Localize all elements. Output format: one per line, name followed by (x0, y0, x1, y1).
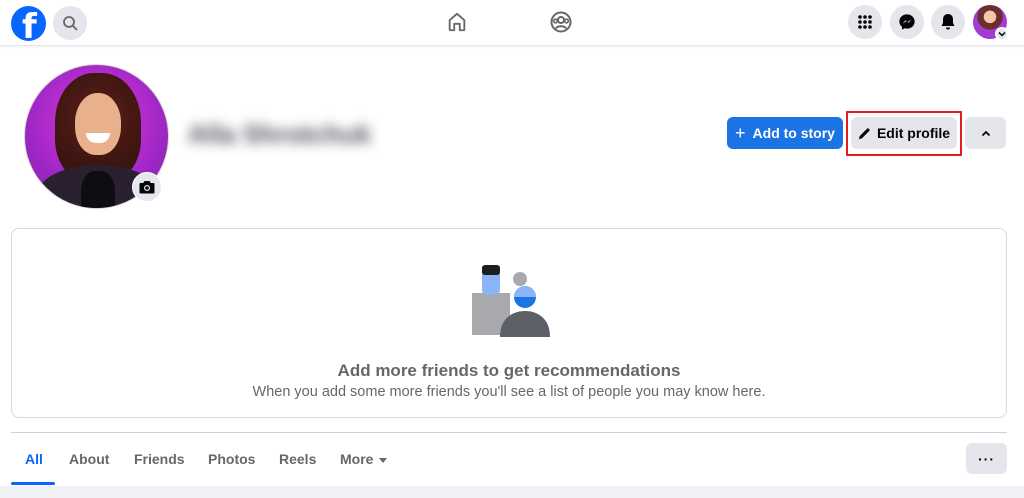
add-to-story-label: Add to story (752, 125, 835, 141)
chevron-down-icon (998, 31, 1006, 37)
chevron-up-icon (981, 130, 990, 136)
recommendations-title: Add more friends to get recommendations (337, 361, 681, 380)
plus-icon: + (735, 123, 746, 143)
recommendations-subtitle: When you add some more friends you'll se… (252, 384, 766, 400)
collapse-suggestions-button[interactable] (965, 117, 1006, 149)
page-background-strip (0, 486, 1024, 498)
more-options-button[interactable]: ··· (966, 443, 1007, 474)
account-menu-badge[interactable] (995, 27, 1009, 41)
tab-about[interactable]: About (69, 451, 109, 467)
facebook-logo-letter: f (22, 7, 37, 41)
top-navigation-bar: f (0, 0, 1024, 46)
tab-photos[interactable]: Photos (208, 451, 255, 467)
tabs-divider (11, 432, 1007, 433)
friend-recommendations-card: Add more friends to get recommendations … (11, 228, 1007, 418)
tab-more-label: More (340, 451, 374, 467)
pencil-icon (858, 127, 870, 139)
groups-nav-button[interactable] (549, 10, 573, 34)
edit-profile-label: Edit profile (876, 125, 951, 141)
edit-profile-button[interactable]: Edit profile (851, 117, 957, 149)
bell-icon (941, 14, 955, 30)
messenger-icon (899, 14, 915, 30)
messenger-button[interactable] (890, 5, 924, 39)
menu-button[interactable] (848, 5, 882, 39)
notifications-button[interactable] (931, 5, 965, 39)
tab-reels[interactable]: Reels (279, 451, 316, 467)
update-photo-button[interactable] (132, 172, 162, 202)
profile-picture-face (75, 93, 121, 155)
caret-down-icon (379, 457, 388, 463)
home-nav-button[interactable] (445, 10, 469, 34)
active-tab-indicator (11, 482, 55, 485)
menu-grid-icon (858, 15, 872, 29)
profile-name: Alla Shrotchuk (180, 110, 375, 158)
groups-icon (550, 11, 572, 33)
add-to-story-button[interactable]: + Add to story (727, 117, 843, 149)
facebook-logo[interactable]: f (11, 6, 46, 41)
profile-name-text: Alla Shrotchuk (188, 119, 372, 149)
more-options-icon: ··· (978, 450, 995, 467)
tab-more[interactable]: More (340, 451, 388, 467)
people-illustration-icon (472, 265, 550, 337)
tab-all[interactable]: All (25, 451, 43, 467)
tab-friends[interactable]: Friends (134, 451, 185, 467)
search-button[interactable] (53, 6, 87, 40)
search-icon (63, 16, 78, 31)
home-icon (448, 12, 466, 32)
camera-icon (139, 181, 155, 194)
profile-picture-shirt (81, 171, 115, 208)
